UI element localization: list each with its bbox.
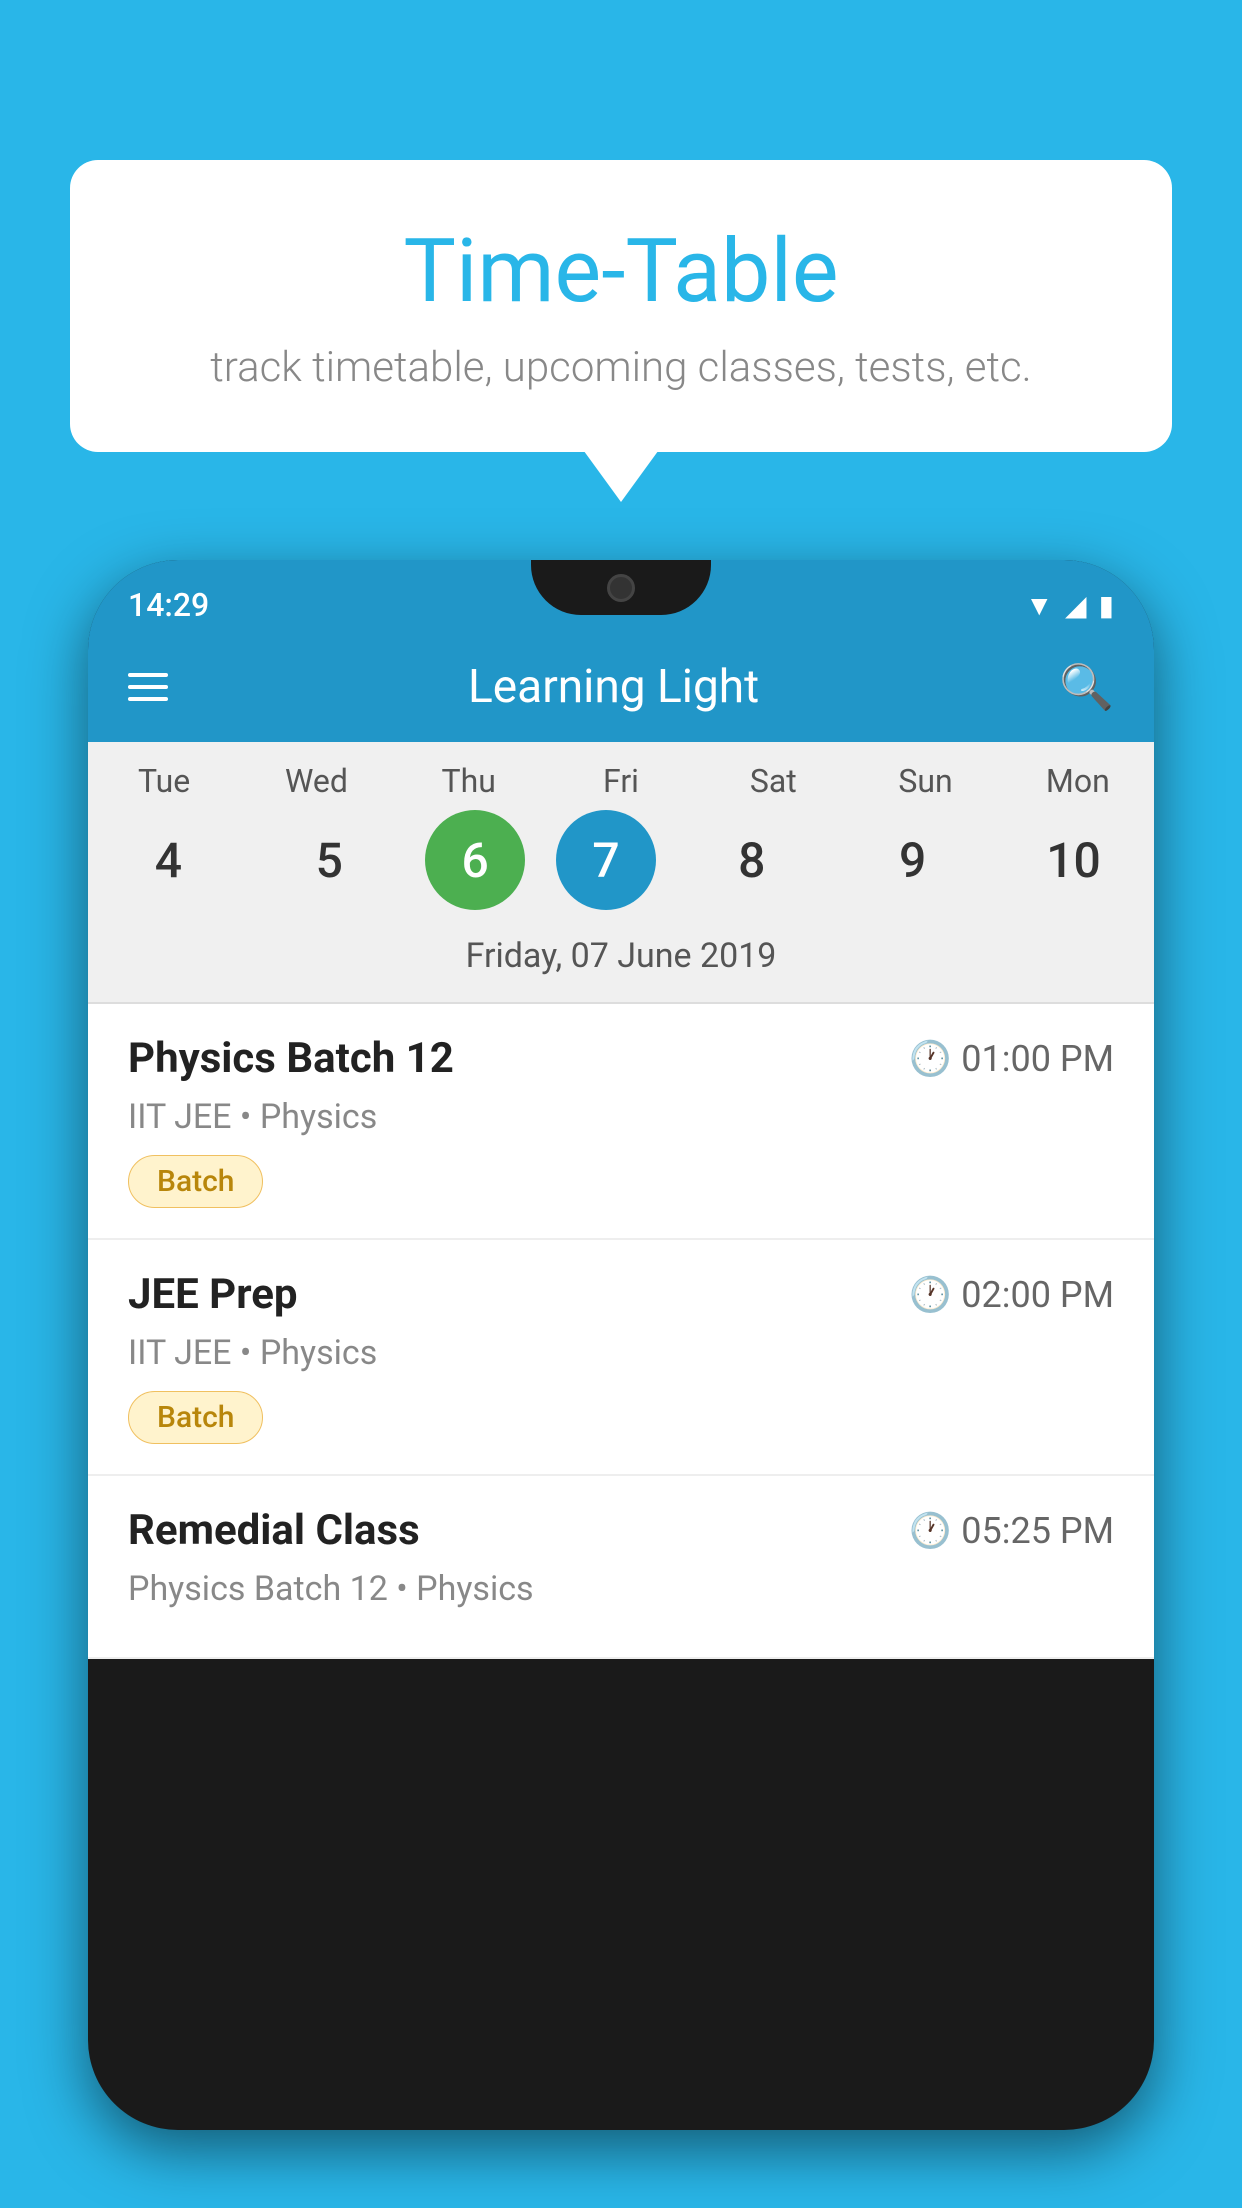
phone-frame: 14:29 ▼ ◢ ▮ Learning Light 🔍 xyxy=(88,560,1154,2130)
day-name-wed[interactable]: Wed xyxy=(251,762,381,800)
class-time-label-1: 01:00 PM xyxy=(961,1038,1114,1080)
phone-notch xyxy=(531,560,711,615)
selected-date-label: Friday, 07 June 2019 xyxy=(88,926,1154,992)
day-name-sun[interactable]: Sun xyxy=(861,762,991,800)
bubble-title: Time-Table xyxy=(150,220,1092,323)
schedule-item-header-3: Remedial Class 🕐 05:25 PM xyxy=(128,1506,1114,1555)
day-num-5[interactable]: 5 xyxy=(264,810,394,910)
status-time: 14:29 xyxy=(128,586,209,624)
day-name-thu[interactable]: Thu xyxy=(404,762,534,800)
class-time-3: 🕐 05:25 PM xyxy=(909,1510,1114,1552)
batch-badge-1: Batch xyxy=(128,1155,263,1208)
class-meta-1: IIT JEE • Physics xyxy=(128,1097,1114,1137)
day-num-9[interactable]: 9 xyxy=(848,810,978,910)
wifi-icon: ▼ xyxy=(1025,589,1053,622)
class-name-1: Physics Batch 12 xyxy=(128,1034,454,1083)
day-name-tue[interactable]: Tue xyxy=(99,762,229,800)
phone-outer: 14:29 ▼ ◢ ▮ Learning Light 🔍 xyxy=(88,560,1154,2208)
day-num-7-selected[interactable]: 7 xyxy=(556,810,656,910)
app-bar: Learning Light 🔍 xyxy=(88,632,1154,742)
bubble-subtitle: track timetable, upcoming classes, tests… xyxy=(150,343,1092,392)
status-icons: ▼ ◢ ▮ xyxy=(1025,589,1114,622)
day-names-row: Tue Wed Thu Fri Sat Sun Mon xyxy=(88,762,1154,800)
class-time-1: 🕐 01:00 PM xyxy=(909,1038,1114,1080)
app-title: Learning Light xyxy=(208,660,1019,714)
day-num-8[interactable]: 8 xyxy=(687,810,817,910)
day-name-fri[interactable]: Fri xyxy=(556,762,686,800)
class-name-3: Remedial Class xyxy=(128,1506,420,1555)
class-meta-2: IIT JEE • Physics xyxy=(128,1333,1114,1373)
schedule-item-2[interactable]: JEE Prep 🕐 02:00 PM IIT JEE • Physics Ba… xyxy=(88,1240,1154,1476)
signal-icon: ◢ xyxy=(1065,589,1087,622)
day-num-10[interactable]: 10 xyxy=(1008,810,1138,910)
class-time-2: 🕐 02:00 PM xyxy=(909,1274,1114,1316)
class-time-label-2: 02:00 PM xyxy=(961,1274,1114,1316)
class-time-label-3: 05:25 PM xyxy=(961,1510,1114,1552)
speech-bubble: Time-Table track timetable, upcoming cla… xyxy=(70,160,1172,452)
day-num-6-today[interactable]: 6 xyxy=(425,810,525,910)
schedule-item-1[interactable]: Physics Batch 12 🕐 01:00 PM IIT JEE • Ph… xyxy=(88,1004,1154,1240)
schedule-list: Physics Batch 12 🕐 01:00 PM IIT JEE • Ph… xyxy=(88,1004,1154,1659)
day-num-4[interactable]: 4 xyxy=(103,810,233,910)
battery-icon: ▮ xyxy=(1099,589,1114,622)
class-meta-3: Physics Batch 12 • Physics xyxy=(128,1569,1114,1609)
search-icon[interactable]: 🔍 xyxy=(1059,661,1114,713)
clock-icon-2: 🕐 xyxy=(909,1275,951,1315)
clock-icon-1: 🕐 xyxy=(909,1039,951,1079)
day-name-mon[interactable]: Mon xyxy=(1013,762,1143,800)
schedule-item-header-1: Physics Batch 12 🕐 01:00 PM xyxy=(128,1034,1114,1083)
schedule-item-3[interactable]: Remedial Class 🕐 05:25 PM Physics Batch … xyxy=(88,1476,1154,1659)
speech-bubble-container: Time-Table track timetable, upcoming cla… xyxy=(70,160,1172,452)
day-numbers-row: 4 5 6 7 8 9 10 xyxy=(88,810,1154,910)
class-name-2: JEE Prep xyxy=(128,1270,298,1319)
clock-icon-3: 🕐 xyxy=(909,1511,951,1551)
camera-dot xyxy=(607,574,635,602)
screen-content: 14:29 ▼ ◢ ▮ Learning Light 🔍 xyxy=(88,560,1154,1659)
batch-badge-2: Batch xyxy=(128,1391,263,1444)
hamburger-icon[interactable] xyxy=(128,673,168,701)
calendar-strip: Tue Wed Thu Fri Sat Sun Mon 4 5 6 7 8 9 … xyxy=(88,742,1154,1002)
day-name-sat[interactable]: Sat xyxy=(708,762,838,800)
schedule-item-header-2: JEE Prep 🕐 02:00 PM xyxy=(128,1270,1114,1319)
